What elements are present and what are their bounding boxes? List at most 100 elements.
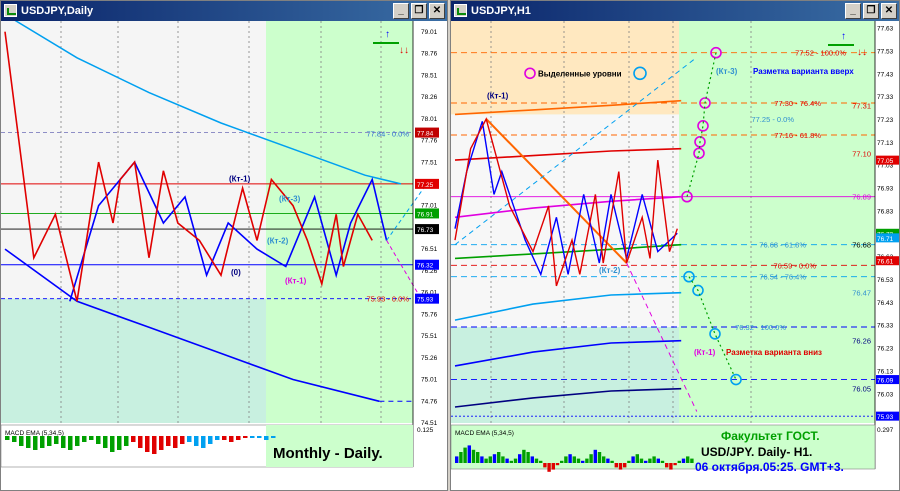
macd-bar <box>459 452 463 463</box>
y-axis-tick: 76.13 <box>877 368 894 375</box>
y-axis-tick: 78.26 <box>421 94 438 101</box>
level-label: 77.31 <box>852 101 871 110</box>
indicator-title: MACD EMA (5,34,5) <box>5 430 64 437</box>
macd-bar <box>208 436 213 444</box>
price-tag-label: 76.09 <box>877 378 894 385</box>
h1-chart[interactable]: 77.52 - 100.0% 77.30 - 76.4% 77.31 77.25 - … <box>451 21 899 490</box>
macd-bar <box>648 458 652 463</box>
y-axis-tick: 74.76 <box>421 398 438 405</box>
chart-caption: 06 октября.05:25. GMT+3. <box>695 460 844 474</box>
y-axis-tick: 77.33 <box>877 94 894 101</box>
restore-button[interactable]: ❐ <box>411 3 427 19</box>
macd-bar <box>505 458 509 463</box>
macd-bar <box>19 436 24 446</box>
level-label: 76.89 <box>852 193 871 202</box>
price-tag-label: 75.93 <box>877 414 894 421</box>
forecast-zone <box>266 21 413 423</box>
wave-label: (Кт-3) <box>279 194 301 203</box>
level-label: 76.47 <box>852 289 871 298</box>
scenario-label: Разметка варианта вниз <box>726 348 822 357</box>
minimize-button[interactable]: _ <box>393 3 409 19</box>
level-label: 77.52 - 100.0% <box>795 49 846 58</box>
macd-bar <box>117 436 122 450</box>
macd-bar <box>47 436 52 446</box>
macd-bar <box>644 460 648 463</box>
macd-bar <box>152 436 157 454</box>
level-label: 77.16 - 61.8% <box>774 131 821 140</box>
macd-bar <box>652 456 656 463</box>
scenario-label: Разметка варианта вверх <box>753 67 854 76</box>
sell-arrow-icon: ↓↓ <box>857 47 867 58</box>
window-titlebar[interactable]: USDJPY,Daily _ ❐ ✕ <box>1 1 447 21</box>
macd-bar <box>159 436 164 450</box>
price-tag-label: 77.25 <box>417 182 434 189</box>
macd-bar <box>480 456 484 463</box>
macd-bar <box>75 436 80 446</box>
y-axis-tick: 77.76 <box>421 138 438 145</box>
upper-zone <box>451 21 679 115</box>
macd-bar <box>124 436 129 446</box>
level-label: 77.30 - 76.4% <box>774 99 821 108</box>
close-button[interactable]: ✕ <box>881 3 897 19</box>
macd-bar <box>455 456 459 463</box>
sell-arrow-icon: ↓↓ <box>399 45 409 56</box>
y-axis-tick: 76.93 <box>877 186 894 193</box>
macd-bar <box>68 436 73 450</box>
minimize-button[interactable]: _ <box>845 3 861 19</box>
y-axis-tick: 75.51 <box>421 333 438 340</box>
macd-bar <box>236 436 241 440</box>
macd-bar <box>201 436 206 448</box>
wave-label: (Кт-1) <box>487 91 509 100</box>
macd-bar <box>639 458 644 463</box>
macd-bar <box>215 436 220 440</box>
y-axis-tick: 78.51 <box>421 72 438 79</box>
macd-bar <box>187 436 192 442</box>
macd-bar <box>581 460 585 463</box>
macd-bar <box>488 456 492 463</box>
chart-window-daily[interactable]: USDJPY,Daily _ ❐ ✕ 79.01 78.76 78.51 78.26 7… <box>0 0 448 491</box>
macd-bar <box>222 436 227 440</box>
y-axis-tick: 76.23 <box>877 346 894 353</box>
macd-bar <box>555 463 560 466</box>
window-title: USDJPY,Daily <box>21 5 94 17</box>
y-axis-tick: 75.26 <box>421 355 438 362</box>
macd-bar <box>501 456 505 463</box>
macd-bar <box>677 460 681 463</box>
macd-bar <box>484 458 488 463</box>
macd-bar <box>572 456 576 463</box>
y-axis-tick: 77.53 <box>877 48 894 55</box>
level-label: 76.26 <box>852 337 871 346</box>
daily-chart[interactable]: 79.0178.7678.5178.2678.0177.7677.5177.26… <box>1 21 447 490</box>
chart-caption: Факультет ГОСТ. <box>721 429 820 443</box>
chart-window-h1[interactable]: USDJPY,H1 _ ❐ ✕ 77.52 - 100.0% 77.30 - 76… <box>450 0 900 491</box>
macd-bar <box>138 436 143 448</box>
restore-button[interactable]: ❐ <box>863 3 879 19</box>
y-axis-tick: 76.83 <box>877 208 894 215</box>
indicator-value: 0.297 <box>877 427 894 434</box>
price-tag-label: 76.73 <box>417 227 434 234</box>
macd-bar <box>627 460 631 463</box>
price-tag-label: 75.93 <box>417 297 434 304</box>
macd-bar <box>618 463 623 470</box>
wave-label: (Кт-1) <box>285 276 307 285</box>
chart-caption: USD/JPY. Daily- H1. <box>701 445 812 459</box>
macd-bar <box>526 452 530 463</box>
level-label: 76.54 - 76.4% <box>759 273 806 282</box>
window-titlebar[interactable]: USDJPY,H1 _ ❐ ✕ <box>451 1 899 21</box>
macd-bar <box>669 463 673 470</box>
macd-bar <box>564 456 568 463</box>
macd-bar <box>145 436 150 452</box>
y-axis-tick: 76.51 <box>421 246 438 253</box>
macd-bar <box>551 463 555 470</box>
wave-label: (Кт-1) <box>229 175 251 184</box>
y-axis-tick: 76.43 <box>877 300 894 307</box>
macd-bar <box>690 458 694 463</box>
macd-bar <box>497 452 501 463</box>
macd-bar <box>264 436 269 440</box>
y-axis-tick: 77.43 <box>877 71 894 78</box>
buy-arrow-icon: ↑ <box>841 31 846 42</box>
macd-bar <box>539 460 543 463</box>
price-tag-label: 76.91 <box>417 211 434 218</box>
macd-bar <box>593 449 597 463</box>
close-button[interactable]: ✕ <box>429 3 445 19</box>
